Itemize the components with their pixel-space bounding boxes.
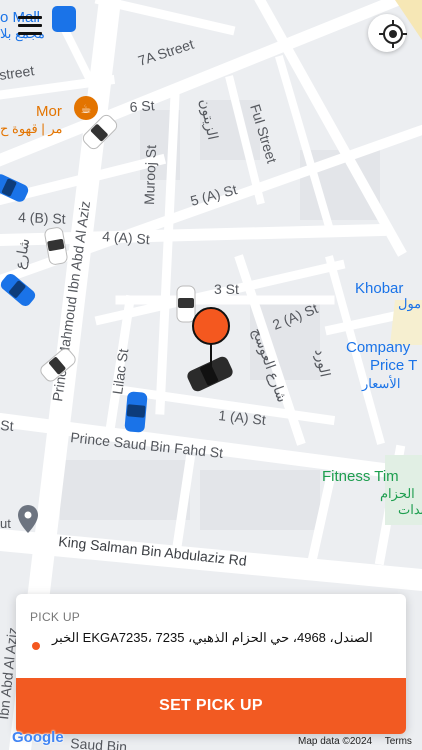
pickup-label: PICK UP — [30, 610, 81, 624]
poi-fitness[interactable]: Fitness Tim — [322, 468, 399, 485]
poi-company-sub: Price T — [370, 357, 417, 374]
poi-fitness-arabic-2: بدات — [398, 502, 422, 517]
map-data-text: Map data ©2024 — [298, 736, 373, 747]
poi-mor[interactable]: Mor — [36, 103, 62, 120]
poi-company[interactable]: Company — [346, 339, 411, 356]
label-st-edge: St — [0, 417, 14, 434]
poi-ut: ut — [0, 516, 11, 531]
set-pick-up-button[interactable]: SET PICK UP — [16, 678, 406, 734]
label-4a-st: 4 (A) St — [102, 228, 151, 247]
hamburger-menu-icon — [18, 15, 42, 19]
poi-fitness-arabic-1: الحزام — [380, 486, 415, 502]
label-murooj-st: Murooj St — [141, 145, 159, 206]
crosshair-locate-icon — [379, 20, 407, 48]
poi-company-arabic: الأسعار — [361, 375, 400, 392]
poi-mor-arabic: مر | قهوة ح — [0, 121, 62, 137]
poi-mall-bag-icon[interactable] — [52, 6, 76, 32]
label-4b-st: 4 (B) St — [18, 209, 66, 227]
locate-me-button[interactable] — [368, 14, 407, 52]
car-icon — [124, 391, 148, 433]
menu-button[interactable] — [10, 8, 50, 42]
map-attribution: Map data ©2024 Terms — [298, 736, 422, 747]
label-3-st: 3 St — [214, 281, 239, 297]
svg-text:☕: ☕ — [81, 102, 92, 116]
pickup-dot-icon — [32, 642, 40, 650]
google-logo: Google — [12, 729, 64, 746]
pickup-address[interactable]: الصندل، 4968، حي الحزام الذهبي، 7235 ،EK… — [52, 628, 392, 647]
poi-khobar[interactable]: Khobar — [355, 280, 403, 297]
label-6-st: 6 St — [129, 97, 155, 115]
terms-link[interactable]: Terms — [385, 736, 412, 747]
car-icon — [176, 285, 196, 323]
poi-khobar-arabic: مول — [398, 296, 421, 312]
